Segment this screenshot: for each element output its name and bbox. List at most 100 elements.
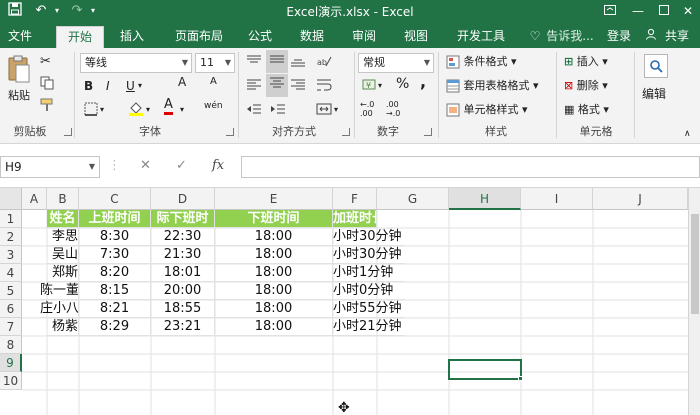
table-cell[interactable]: 18:00: [215, 282, 333, 300]
enter-icon[interactable]: ✓: [176, 158, 187, 173]
tab-page-layout[interactable]: 页面布局: [168, 26, 230, 48]
orientation-icon[interactable]: ab: [316, 54, 332, 73]
tab-home[interactable]: 开始: [56, 26, 104, 48]
phonetic-guide-button[interactable]: wén: [204, 98, 223, 114]
table-cell[interactable]: 吴山: [47, 246, 79, 264]
table-cell[interactable]: 郑斯: [47, 264, 79, 282]
column-header-e[interactable]: E: [215, 188, 333, 210]
merge-center-icon[interactable]: [316, 102, 332, 121]
column-header-j[interactable]: J: [593, 188, 688, 210]
chevron-down-icon[interactable]: ▾: [146, 102, 150, 118]
close-icon[interactable]: ✕: [676, 1, 700, 21]
row-header-9[interactable]: 9: [0, 354, 22, 372]
align-right-icon[interactable]: [290, 78, 306, 97]
row-header-8[interactable]: 8: [0, 336, 22, 354]
table-cell[interactable]: 小时55分钟: [333, 300, 405, 318]
font-launcher-icon[interactable]: [226, 128, 234, 136]
table-cell[interactable]: 杨紫: [47, 318, 79, 336]
chevron-down-icon[interactable]: ▾: [334, 102, 338, 118]
table-cell[interactable]: 18:55: [151, 300, 215, 318]
column-header-a[interactable]: A: [22, 188, 47, 210]
share-button[interactable]: 共享: [660, 26, 694, 48]
table-cell[interactable]: 8:30: [79, 228, 151, 246]
chevron-down-icon[interactable]: ▾: [138, 78, 142, 94]
row-header-7[interactable]: 7: [0, 318, 22, 336]
increase-indent-icon[interactable]: [270, 102, 286, 121]
grow-font-button[interactable]: A: [178, 74, 186, 90]
copy-icon[interactable]: [40, 76, 54, 95]
paste-button[interactable]: 粘贴: [4, 52, 34, 104]
collapse-ribbon-icon[interactable]: ∧: [684, 126, 691, 142]
table-cell[interactable]: 21:30: [151, 246, 215, 264]
table-cell[interactable]: 8:29: [79, 318, 151, 336]
column-header-b[interactable]: B: [47, 188, 79, 210]
table-cell[interactable]: 18:00: [215, 264, 333, 282]
italic-button[interactable]: I: [106, 78, 110, 94]
row-header-5[interactable]: 5: [0, 282, 22, 300]
comma-style-button[interactable]: ,: [420, 74, 426, 90]
conditional-formatting-button[interactable]: 条件格式 ▾: [446, 54, 517, 70]
align-top-icon[interactable]: [246, 54, 262, 73]
table-cell[interactable]: 小时30分钟: [333, 228, 405, 246]
cut-icon[interactable]: ✂: [40, 54, 51, 70]
table-header-cell[interactable]: 加班时长: [333, 210, 377, 228]
maximize-icon[interactable]: [652, 1, 676, 21]
underline-button[interactable]: U: [126, 78, 135, 94]
decrease-indent-icon[interactable]: [246, 102, 262, 121]
format-cells-button[interactable]: ▦ 格式 ▾: [564, 102, 609, 118]
font-color-button[interactable]: A: [164, 98, 173, 115]
table-cell[interactable]: 小时21分钟: [333, 318, 405, 336]
font-name-select[interactable]: 等线 ▼: [80, 53, 192, 73]
row-header-4[interactable]: 4: [0, 264, 22, 282]
table-header-cell[interactable]: 上班时间: [79, 210, 151, 228]
table-cell[interactable]: 20:00: [151, 282, 215, 300]
align-middle-icon[interactable]: [266, 50, 288, 73]
wrap-text-icon[interactable]: [316, 78, 332, 97]
delete-cells-button[interactable]: ⊠ 删除 ▾: [564, 78, 608, 94]
table-cell[interactable]: 8:21: [79, 300, 151, 318]
table-cell[interactable]: 小时1分钟: [333, 264, 405, 282]
chevron-down-icon[interactable]: ▾: [180, 102, 184, 118]
border-icon[interactable]: [84, 102, 98, 121]
sign-in-link[interactable]: 登录: [602, 26, 636, 48]
table-cell[interactable]: 陈一董: [40, 282, 79, 300]
tab-insert[interactable]: 插入: [112, 26, 152, 48]
cell-styles-button[interactable]: 单元格样式 ▾: [446, 102, 528, 118]
table-cell[interactable]: 22:30: [151, 228, 215, 246]
table-cell[interactable]: 18:00: [215, 228, 333, 246]
column-header-g[interactable]: G: [377, 188, 449, 210]
alignment-launcher-icon[interactable]: [342, 128, 350, 136]
align-left-icon[interactable]: [246, 78, 262, 97]
tab-developer[interactable]: 开发工具: [450, 26, 512, 48]
bold-button[interactable]: B: [84, 78, 93, 94]
column-header-h[interactable]: H: [449, 188, 521, 210]
row-header-10[interactable]: 10: [0, 372, 22, 390]
tab-formulas[interactable]: 公式: [240, 26, 280, 48]
column-header-c[interactable]: C: [79, 188, 151, 210]
percent-style-button[interactable]: %: [396, 76, 409, 92]
table-cell[interactable]: 李思: [47, 228, 79, 246]
table-header-cell[interactable]: 姓名: [47, 210, 79, 228]
accounting-format-icon[interactable]: ¥: [362, 78, 378, 97]
tab-file[interactable]: 文件: [4, 26, 36, 48]
row-header-2[interactable]: 2: [0, 228, 22, 246]
table-cell[interactable]: 18:01: [151, 264, 215, 282]
column-header-d[interactable]: D: [151, 188, 215, 210]
insert-function-icon[interactable]: fx: [212, 158, 224, 173]
table-cell[interactable]: 7:30: [79, 246, 151, 264]
table-cell[interactable]: 8:20: [79, 264, 151, 282]
editing-button[interactable]: 编辑: [640, 54, 672, 110]
vertical-scrollbar[interactable]: [688, 188, 700, 415]
tab-view[interactable]: 视图: [396, 26, 436, 48]
increase-decimal-icon[interactable]: ←.0.00: [360, 100, 374, 118]
align-center-icon[interactable]: [266, 74, 288, 97]
insert-cells-button[interactable]: ⊞ 插入 ▾: [564, 54, 608, 70]
format-painter-icon[interactable]: [40, 98, 54, 117]
active-cell-selection[interactable]: [448, 359, 522, 380]
row-header-1[interactable]: 1: [0, 210, 22, 228]
column-header-i[interactable]: I: [521, 188, 593, 210]
tab-data[interactable]: 数据: [292, 26, 332, 48]
fill-color-icon[interactable]: [128, 100, 144, 121]
table-header-cell[interactable]: 际下班时: [151, 210, 215, 228]
column-header-f[interactable]: F: [333, 188, 377, 210]
